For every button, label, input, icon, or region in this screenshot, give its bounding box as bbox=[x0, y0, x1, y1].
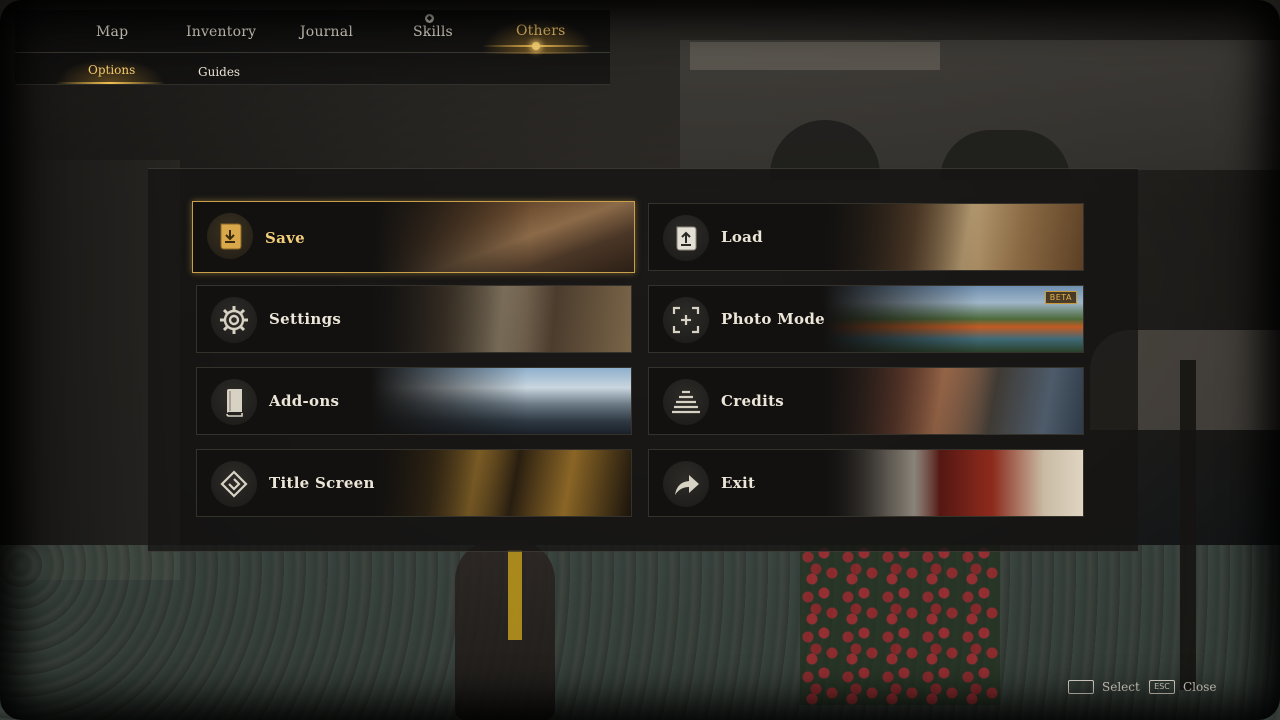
card-art-fade bbox=[823, 450, 1083, 516]
settings-button[interactable]: Settings bbox=[196, 285, 632, 353]
load-scroll-icon bbox=[663, 215, 709, 261]
select-hint-label: Select bbox=[1102, 680, 1140, 694]
book-icon bbox=[211, 379, 257, 425]
add-ons-label: Add-ons bbox=[269, 392, 340, 410]
card-art-fade bbox=[371, 368, 631, 434]
select-hint: Select bbox=[1068, 680, 1140, 694]
exit-arrow-icon bbox=[663, 461, 709, 507]
tab-others[interactable]: Others bbox=[516, 23, 565, 39]
card-art-fade bbox=[823, 368, 1083, 434]
esc-key-icon: ESC bbox=[1149, 680, 1175, 694]
title-screen-button[interactable]: Title Screen bbox=[196, 449, 632, 517]
scroll-lines-icon bbox=[663, 379, 709, 425]
card-art-fade bbox=[374, 202, 634, 272]
exit-button[interactable]: Exit bbox=[648, 449, 1084, 517]
diamond-emblem-icon bbox=[211, 461, 257, 507]
skills-notification-icon: ◆ bbox=[425, 14, 434, 23]
card-art-fade bbox=[823, 204, 1083, 270]
player-character bbox=[455, 540, 555, 720]
add-ons-button[interactable]: Add-ons bbox=[196, 367, 632, 435]
spacebar-key-icon bbox=[1068, 680, 1094, 694]
tab-journal[interactable]: Journal bbox=[300, 24, 353, 40]
card-art-fade bbox=[371, 286, 631, 352]
save-scroll-icon bbox=[207, 213, 253, 259]
active-subtab-underline bbox=[55, 82, 165, 84]
subtab-guides[interactable]: Guides bbox=[198, 65, 240, 79]
subtab-options[interactable]: Options bbox=[88, 63, 135, 77]
tab-inventory[interactable]: Inventory bbox=[186, 24, 256, 40]
save-label: Save bbox=[265, 229, 306, 247]
title-screen-label: Title Screen bbox=[269, 474, 375, 492]
load-label: Load bbox=[721, 228, 763, 246]
credits-label: Credits bbox=[721, 392, 785, 410]
photo-mode-label: Photo Mode bbox=[721, 310, 825, 328]
game-screen: Map Inventory Journal ◆ Skills Others Op… bbox=[0, 0, 1280, 720]
tab-map[interactable]: Map bbox=[96, 24, 128, 40]
load-button[interactable]: Load bbox=[648, 203, 1084, 271]
credits-button[interactable]: Credits bbox=[648, 367, 1084, 435]
tab-skills[interactable]: Skills bbox=[413, 24, 453, 40]
active-tab-indicator-icon bbox=[532, 42, 540, 50]
camera-frame-icon bbox=[663, 297, 709, 343]
settings-label: Settings bbox=[269, 310, 342, 328]
save-button[interactable]: Save bbox=[192, 201, 635, 273]
background-lamp-post bbox=[1180, 360, 1196, 690]
card-art-fade bbox=[371, 450, 631, 516]
background-flowers bbox=[800, 545, 1000, 705]
close-hint-label: Close bbox=[1183, 680, 1217, 694]
background-roof bbox=[690, 42, 940, 70]
gear-icon bbox=[211, 297, 257, 343]
photo-mode-button[interactable]: Photo Mode BETA bbox=[648, 285, 1084, 353]
exit-label: Exit bbox=[721, 474, 756, 492]
beta-badge: BETA bbox=[1044, 291, 1077, 304]
close-hint[interactable]: ESC Close bbox=[1149, 680, 1217, 694]
nav-divider bbox=[15, 84, 610, 85]
player-character-sash bbox=[508, 550, 522, 640]
